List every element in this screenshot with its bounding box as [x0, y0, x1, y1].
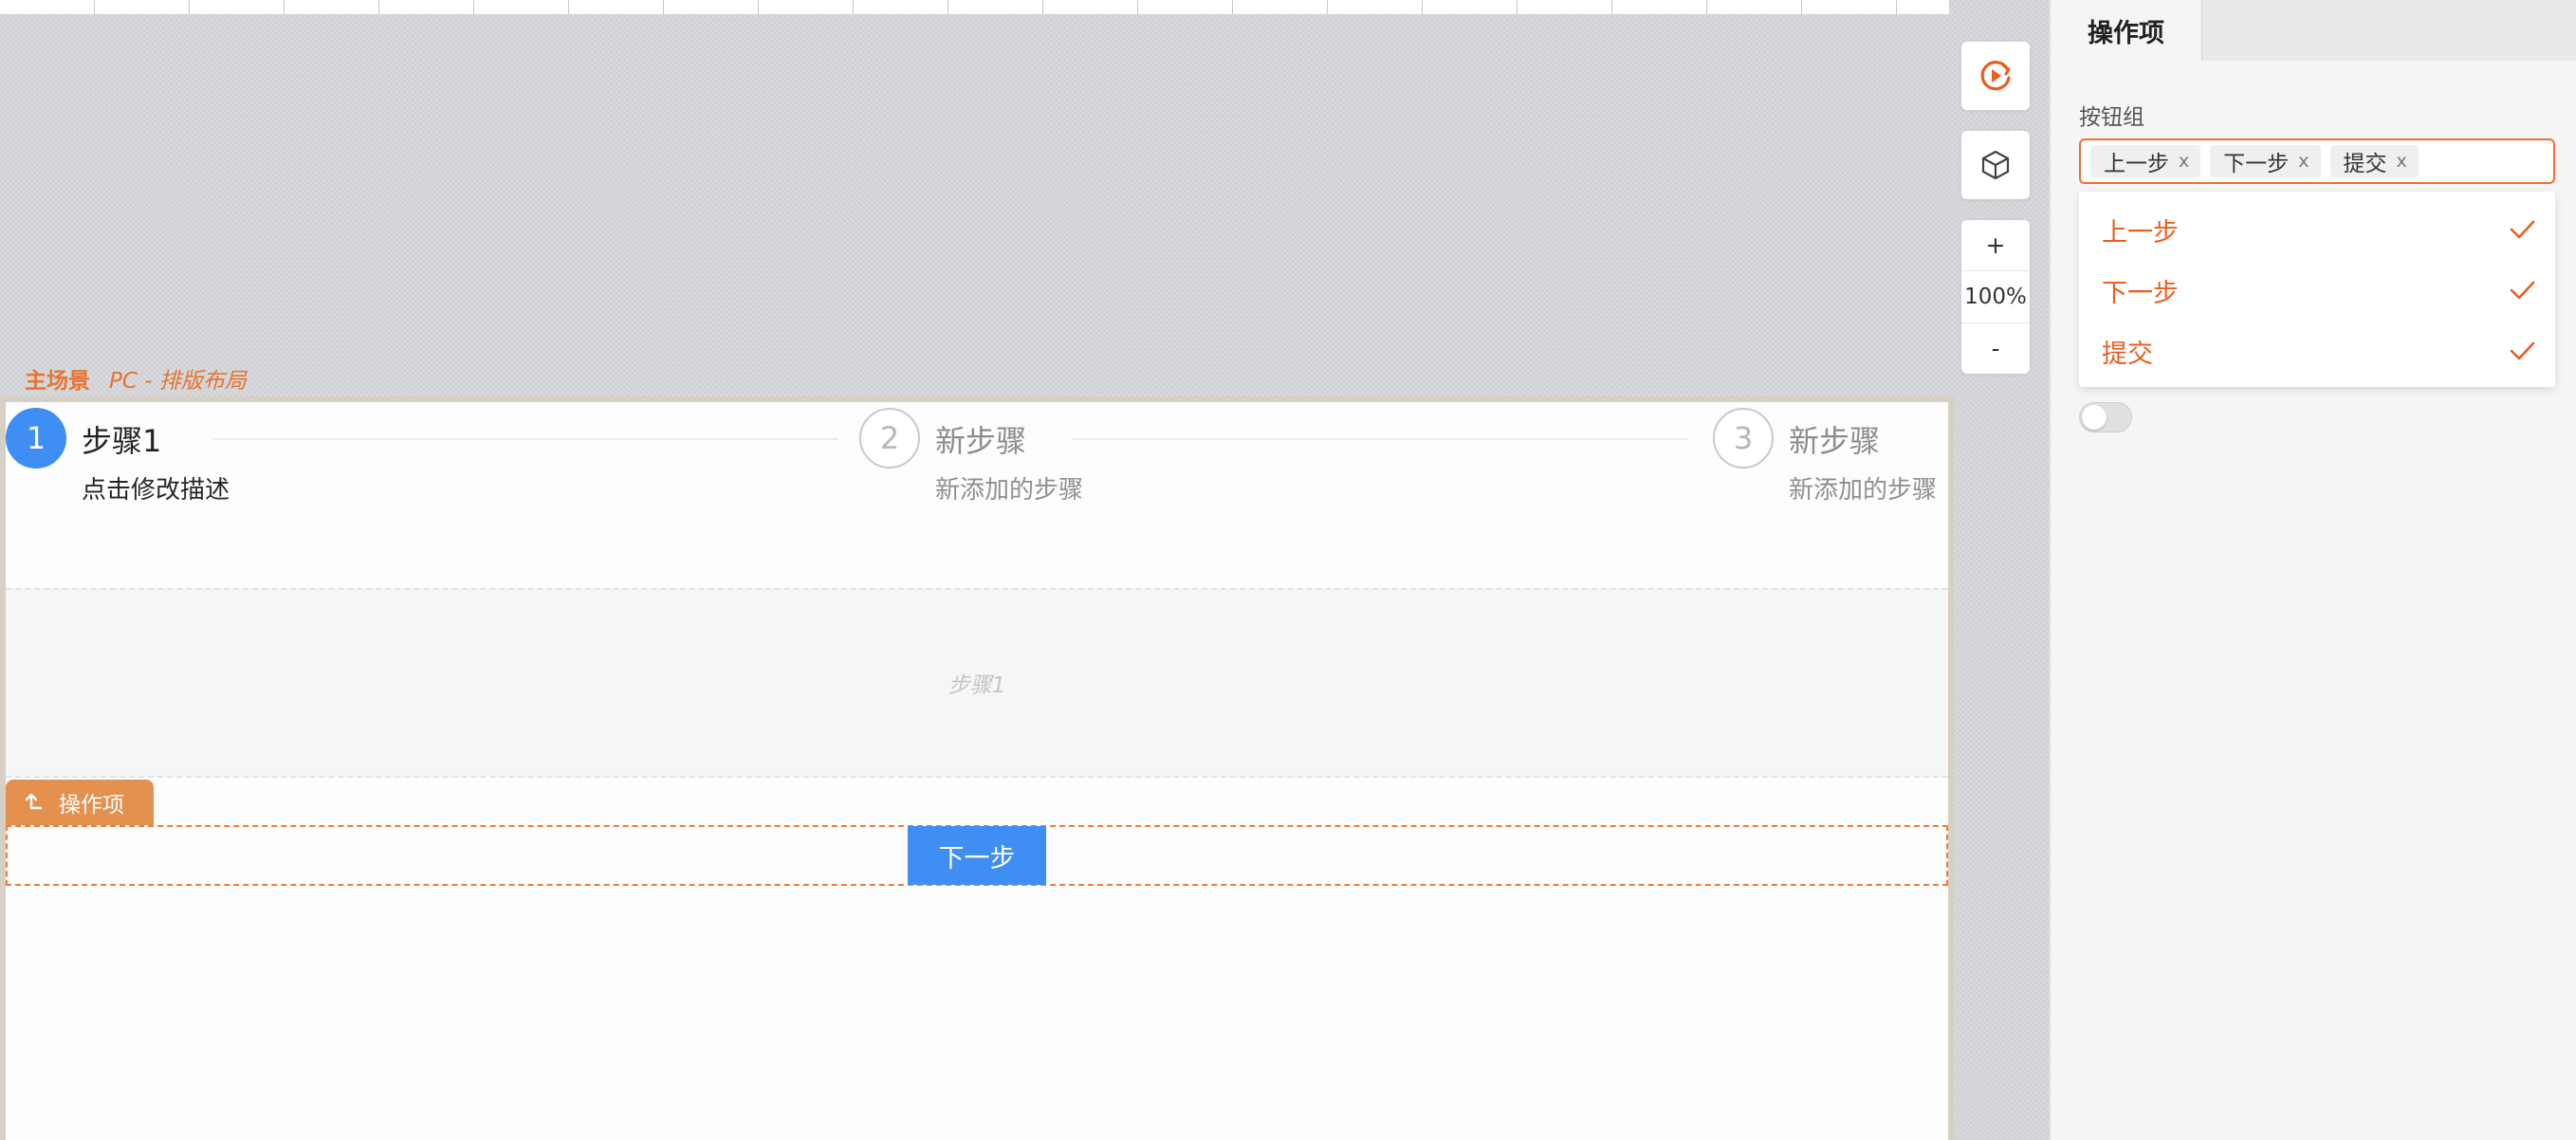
operations-tag-label: 操作项	[59, 793, 124, 818]
toggle-knob	[2082, 405, 2107, 430]
tab-operations[interactable]: 操作项	[2051, 0, 2202, 61]
step-content-area[interactable]: 步骤1	[6, 588, 1948, 778]
button-group-label: 按钮组	[2079, 105, 2144, 130]
step-description[interactable]: 点击修改描述	[82, 470, 230, 506]
step-description[interactable]: 新添加的步骤	[1789, 470, 1937, 506]
dropdown-option-next[interactable]: 下一步	[2079, 260, 2555, 321]
artboard[interactable]: 1 步骤1 点击修改描述 2 新步骤 新添加的步骤 3 新步骤 新添加的步骤 步…	[0, 396, 1954, 1140]
step-connector	[212, 438, 838, 440]
dropdown-option-prev[interactable]: 上一步	[2079, 199, 2555, 260]
close-icon[interactable]: x	[2179, 152, 2189, 171]
zoom-level: 100%	[1961, 270, 2030, 323]
preview-button[interactable]	[1961, 42, 2030, 110]
toggle-switch[interactable]	[2079, 402, 2132, 432]
step-description[interactable]: 新添加的步骤	[935, 470, 1083, 506]
step-title[interactable]: 步骤1	[82, 417, 161, 461]
step-number-circle: 3	[1713, 408, 1774, 469]
play-circle-icon	[1980, 61, 2011, 91]
operations-tag[interactable]: 操作项	[6, 780, 154, 825]
selected-tag: 上一步 x	[2090, 145, 2201, 177]
close-icon[interactable]: x	[2397, 152, 2407, 171]
button-group-dropdown: 上一步 下一步 提交	[2079, 192, 2555, 387]
cube-icon	[1981, 150, 2010, 180]
step-title[interactable]: 新步骤	[935, 417, 1026, 461]
component-button[interactable]	[1961, 131, 2030, 199]
tag-label: 提交	[2343, 152, 2387, 176]
zoom-out-button[interactable]: -	[1961, 323, 2030, 374]
zoom-controls: + 100% -	[1961, 220, 2030, 374]
step-connector	[1072, 438, 1688, 440]
step-number-circle: 1	[6, 408, 66, 469]
next-step-button[interactable]: 下一步	[908, 826, 1046, 885]
selected-tag: 提交 x	[2329, 145, 2419, 177]
check-icon	[2510, 220, 2535, 239]
step-title[interactable]: 新步骤	[1789, 417, 1880, 461]
arrow-up-left-icon	[25, 793, 43, 810]
close-icon[interactable]: x	[2298, 152, 2309, 171]
check-icon	[2510, 281, 2535, 300]
dropdown-option-submit[interactable]: 提交	[2079, 321, 2555, 381]
button-group-select[interactable]: 上一步 x 下一步 x 提交 x	[2079, 138, 2555, 184]
horizontal-ruler	[0, 0, 1949, 15]
properties-panel: 操作项 按钮组 上一步 x 下一步 x 提交 x 上一步 下一步 提交	[2049, 0, 2576, 1140]
selected-tag: 下一步 x	[2210, 145, 2321, 177]
design-canvas[interactable]: 主场景 PC - 排版布局 1 步骤1 点击修改描述 2 新步骤 新添加的步骤 …	[0, 0, 2049, 1140]
tag-label: 上一步	[2104, 152, 2169, 176]
option-label: 提交	[2102, 339, 2153, 369]
operations-bar[interactable]: 下一步	[6, 825, 1948, 886]
scene-sub-label: PC - 排版布局	[109, 369, 247, 394]
check-icon	[2510, 341, 2535, 360]
step-content-placeholder: 步骤1	[948, 673, 1006, 698]
panel-tabs: 操作项	[2051, 0, 2576, 61]
scene-main-label: 主场景	[25, 369, 90, 394]
option-label: 上一步	[2102, 217, 2179, 248]
scene-label: 主场景 PC - 排版布局	[25, 364, 247, 394]
tag-label: 下一步	[2223, 152, 2290, 176]
step-number-circle: 2	[859, 408, 920, 469]
option-label: 下一步	[2102, 278, 2179, 308]
zoom-in-button[interactable]: +	[1961, 220, 2030, 270]
